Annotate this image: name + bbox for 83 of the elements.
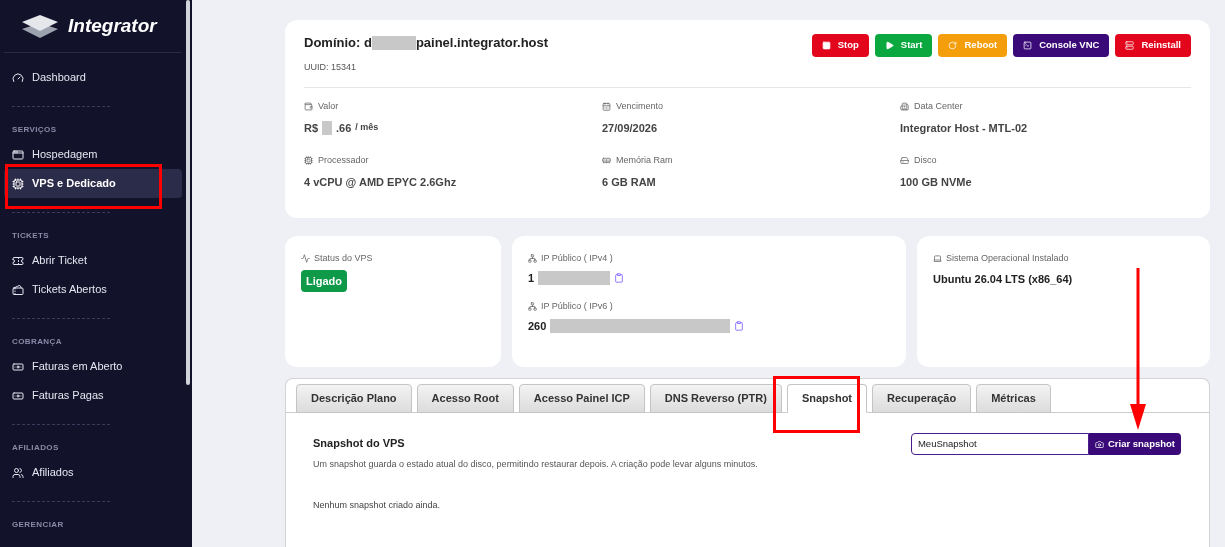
- os-label: Sistema Operacional Instalado: [946, 252, 1069, 265]
- sidebar-item[interactable]: Afiliados: [4, 458, 182, 487]
- tab[interactable]: Acesso Painel ICP: [518, 384, 645, 413]
- laptop-icon: [933, 254, 942, 264]
- menu-icon: [12, 389, 24, 402]
- spec-label: Vencimento: [616, 100, 664, 113]
- copy-icon[interactable]: [734, 320, 745, 331]
- network-icon: [528, 254, 537, 264]
- spec-icon: [900, 156, 909, 166]
- server-icon: [1125, 41, 1135, 50]
- sidebar-item[interactable]: Hospedagem: [4, 140, 182, 169]
- logo-icon: [20, 13, 60, 39]
- spec-value: 6 GB RAM: [602, 174, 656, 190]
- menu-icon: [12, 148, 24, 161]
- section-heading: AFILIADOS: [12, 442, 59, 454]
- blurred-text: [322, 120, 333, 135]
- spec-label: Processador: [318, 154, 369, 167]
- sidebar-item[interactable]: Dashboard: [4, 63, 182, 92]
- spec-label: Disco: [914, 154, 937, 167]
- section-heading: COBRANÇA: [12, 336, 62, 348]
- tab[interactable]: Métricas: [976, 384, 1051, 413]
- tab[interactable]: Snapshot: [786, 384, 868, 413]
- ip-label: IP Público ( IPv4 ): [541, 252, 613, 265]
- ip-address: 260: [528, 318, 547, 334]
- menu-icon: [12, 254, 24, 267]
- spec-value: Integrator Host - MTL-02: [900, 120, 1028, 136]
- menu-icon: [12, 71, 24, 84]
- spec-label: Valor: [318, 100, 339, 113]
- spec-value: 4 vCPU @ AMD EPYC 2.6Ghz: [304, 174, 457, 190]
- create-snapshot-button[interactable]: Criar snapshot: [1088, 433, 1181, 455]
- currency: R$: [304, 120, 319, 136]
- spec-icon: [304, 102, 313, 112]
- section-heading: SERVIÇOS: [12, 124, 57, 136]
- action-button[interactable]: Console VNC: [1013, 34, 1110, 57]
- camera-icon: [1094, 439, 1104, 449]
- section-heading: TICKETS: [12, 230, 50, 242]
- spec-icon: [304, 156, 313, 166]
- menu-icon: [12, 360, 24, 373]
- brand-name: Integrator: [68, 13, 157, 38]
- sidebar-item[interactable]: VPS e Dedicado: [4, 169, 182, 198]
- ip-address: 1: [528, 270, 535, 286]
- empty-message: Nenhum snapshot criado ainda.: [313, 499, 442, 512]
- spec-label: Data Center: [914, 100, 963, 113]
- spec-value: 100 GB NVMe: [900, 174, 972, 190]
- unit: / mês: [355, 121, 379, 134]
- spec-icon: [602, 156, 611, 166]
- section-title: Snapshot do VPS: [313, 436, 406, 451]
- status-label: Status do VPS: [314, 252, 373, 265]
- domain-name: painel.integrator.host: [415, 34, 549, 52]
- spec-value: .66: [336, 120, 352, 136]
- blurred-text: [371, 35, 416, 50]
- tab[interactable]: Descrição Plano: [296, 384, 412, 413]
- sidebar-item[interactable]: Abrir Ticket: [4, 246, 182, 275]
- snapshot-name-field[interactable]: MeuSnapshot: [910, 433, 1089, 455]
- sidebar-item[interactable]: Faturas Pagas: [4, 381, 182, 410]
- menu-icon: [12, 283, 24, 296]
- section-heading: GERENCIAR: [12, 519, 64, 531]
- sidebar-item[interactable]: Tickets Abertos: [4, 275, 182, 304]
- play-icon: [884, 41, 894, 50]
- domain-label: Domínio: d: [304, 34, 372, 52]
- action-button[interactable]: Stop: [811, 34, 869, 57]
- network-icon: [528, 302, 537, 312]
- copy-icon[interactable]: [614, 272, 625, 283]
- sidebar-item[interactable]: Faturas em Aberto: [4, 352, 182, 381]
- tab[interactable]: Acesso Root: [416, 384, 514, 413]
- os-name: Ubuntu 26.04 LTS (x86_64): [933, 271, 1074, 287]
- menu-icon: [12, 466, 24, 479]
- tab[interactable]: DNS Reverso (PTR): [649, 384, 782, 413]
- terminal-icon: [1023, 41, 1033, 50]
- pulse-icon: [301, 254, 310, 264]
- refresh-icon: [948, 41, 958, 50]
- stop-icon: [821, 41, 831, 50]
- description: Um snapshot guarda o estado atual do disco, permitindo restaurar depois. A criação pode levar alguns minutos.: [313, 457, 758, 471]
- spec-label: Memória Ram: [616, 154, 673, 167]
- spec-icon: [602, 102, 611, 112]
- spec-icon: [900, 102, 909, 112]
- uuid-text: UUID: 15341: [304, 60, 357, 74]
- action-button[interactable]: Reinstall: [1115, 34, 1191, 57]
- status-badge: Ligado: [301, 269, 348, 292]
- menu-icon: [12, 177, 24, 190]
- tab[interactable]: Recuperação: [872, 384, 972, 413]
- ip-label: IP Público ( IPv6 ): [541, 300, 613, 313]
- spec-value: 27/09/2026: [602, 120, 658, 136]
